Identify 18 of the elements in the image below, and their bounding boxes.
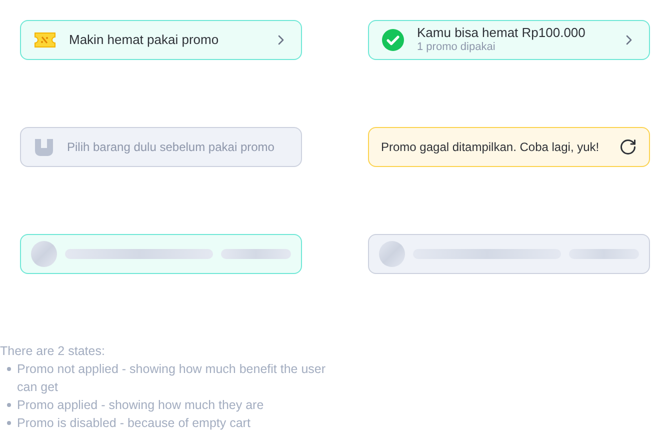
skeleton-bar xyxy=(569,249,639,259)
promo-banner[interactable]: Kamu bisa hemat Rp100.000 1 promo dipakai xyxy=(368,20,650,60)
promo-subtitle: 1 promo dipakai xyxy=(417,41,496,55)
promo-title: Makin hemat pakai promo xyxy=(69,31,220,50)
promo-title: Kamu bisa hemat Rp100.000 xyxy=(417,25,586,42)
note-bullet: Promo not applied - showing how much benefit the user can get xyxy=(17,361,327,396)
refresh-icon[interactable] xyxy=(619,138,637,156)
promo-banner[interactable]: Makin hemat pakai promo xyxy=(20,20,302,60)
notes-intro: There are 2 states: xyxy=(0,343,106,360)
skeleton-bar xyxy=(221,249,291,259)
empty-cup-icon xyxy=(33,137,55,157)
error-message: Promo gagal ditampilkan. Coba lagi, yuk! xyxy=(381,139,600,156)
promo-title: Pilih barang dulu sebelum pakai promo xyxy=(67,139,276,156)
ticket-icon xyxy=(33,30,57,50)
note-bullet: Promo is disabled - because of empty cart xyxy=(17,415,252,432)
promo-error-banner[interactable]: Promo gagal ditampilkan. Coba lagi, yuk! xyxy=(368,127,650,167)
note-bullet: Promo applied - showing how much they are xyxy=(17,397,265,414)
check-icon xyxy=(381,28,405,52)
